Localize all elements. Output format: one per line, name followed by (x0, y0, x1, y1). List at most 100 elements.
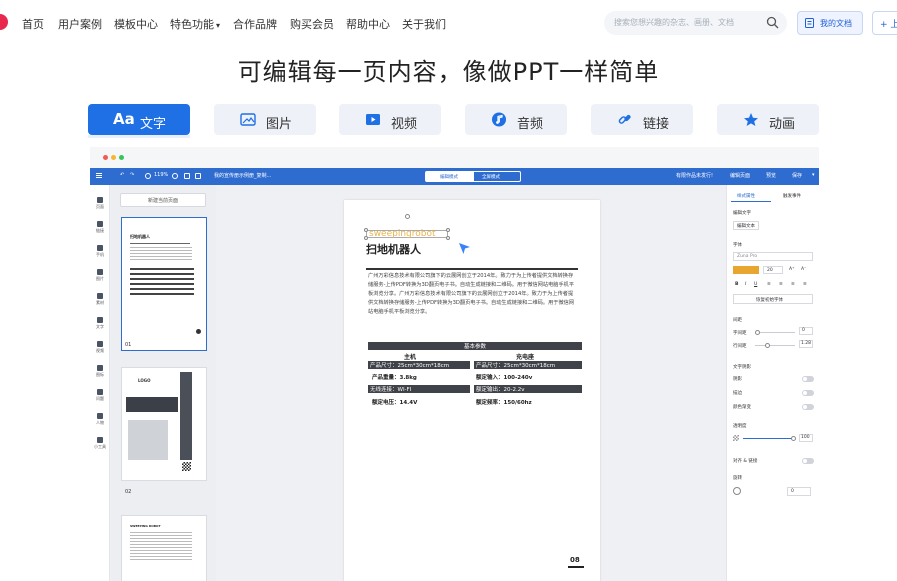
tool-text[interactable]: 文字 (90, 317, 110, 330)
rotate-handle[interactable] (405, 214, 410, 219)
font-color-swatch[interactable] (733, 266, 759, 274)
tool-label: 人物 (96, 420, 104, 425)
resize-handle[interactable] (446, 228, 450, 232)
slider-knob[interactable] (755, 330, 760, 335)
tab-style[interactable]: 样式属性 (737, 193, 755, 199)
tool-icon[interactable]: 图标 (90, 365, 110, 378)
bold-icon[interactable]: B (735, 282, 738, 287)
align-right-icon[interactable]: ≡ (791, 282, 795, 287)
gradient-toggle[interactable] (802, 404, 814, 410)
redo-icon[interactable]: ↷ (130, 172, 134, 178)
page-thumbnail-02[interactable]: LOGO 02 (121, 367, 207, 495)
tab-audio-label: 音频 (517, 117, 544, 132)
tool-widgets[interactable]: 小工具 (90, 437, 110, 450)
my-documents-button[interactable]: 我的文档 (797, 11, 863, 35)
nav-features[interactable]: 特色功能 ▾ (170, 16, 220, 32)
upload-button[interactable]: + 上 (872, 11, 897, 35)
maximize-dot-icon[interactable] (119, 155, 124, 160)
opacity-slider[interactable] (743, 436, 796, 441)
shadow-toggle[interactable] (802, 376, 814, 382)
font-select[interactable]: Zuna Pro (733, 252, 813, 261)
close-dot-icon[interactable] (103, 155, 108, 160)
grid-icon[interactable] (195, 173, 201, 179)
font-size-select[interactable]: 20 (763, 266, 783, 274)
align-link-toggle[interactable] (802, 458, 814, 464)
page-thumbnail-01[interactable]: 扫地机器人 01 (121, 217, 207, 351)
fit-screen-icon[interactable] (184, 173, 190, 179)
zoom-out-icon[interactable] (145, 173, 151, 179)
opacity-label: 透明度 (733, 424, 747, 429)
minimize-dot-icon[interactable] (111, 155, 116, 160)
tool-video[interactable]: 视频 (90, 341, 110, 354)
mode-switch[interactable]: 编辑模式 全屏模式 (425, 171, 521, 182)
italic-icon[interactable]: I (745, 282, 746, 287)
zoom-in-icon[interactable] (172, 173, 178, 179)
tool-question[interactable]: 问题 (90, 389, 110, 402)
undo-icon[interactable]: ↶ (120, 172, 124, 178)
page-thumbnail-03[interactable]: SWEEPING ROBOT (121, 515, 207, 581)
tool-person[interactable]: 人物 (90, 413, 110, 426)
tab-video[interactable]: 视频 (339, 104, 441, 135)
search-input[interactable]: 搜索您想兴趣的杂志、画册、文档 (604, 11, 787, 35)
search-icon[interactable] (766, 16, 779, 29)
tool-link[interactable]: 链接 (90, 221, 110, 234)
nav-membership[interactable]: 购买会员 (290, 16, 334, 32)
edit-text-button[interactable]: 编辑文本 (733, 221, 759, 230)
nav-user-cases[interactable]: 用户案例 (58, 16, 102, 32)
edit-page-button[interactable]: 编辑页面 (730, 172, 750, 179)
page-heading[interactable]: 扫地机器人 (366, 241, 421, 257)
nav-about[interactable]: 关于我们 (402, 16, 446, 32)
brand-logo[interactable] (0, 14, 8, 30)
underline-icon[interactable]: U (754, 282, 757, 287)
line-spacing-input[interactable]: 1.28 (799, 340, 813, 348)
font-decrease-icon[interactable]: A⁻ (801, 267, 806, 272)
tool-pages[interactable]: 页面 (90, 197, 110, 210)
body-paragraph[interactable]: 广州万彩信息技术有限公司旗下的云展网创立于2014年。致力于为上传者提供文档转换… (368, 272, 578, 320)
resize-handle[interactable] (446, 236, 450, 240)
slider-knob[interactable] (765, 343, 770, 348)
left-tool-strip: 页面 链接 手机 图片 素材 文字 视频 图标 问题 人物 小工具 (90, 185, 110, 581)
rotate-input[interactable]: 0 (787, 487, 811, 496)
selected-text-box[interactable]: sweepingrobot (364, 214, 450, 240)
tab-events[interactable]: 触发事件 (783, 193, 801, 199)
shape-icon (97, 365, 103, 371)
align-justify-icon[interactable]: ≡ (803, 282, 807, 287)
nav-help[interactable]: 帮助中心 (346, 16, 390, 32)
stroke-toggle[interactable] (802, 390, 814, 396)
align-left-icon[interactable]: ≡ (767, 282, 771, 287)
save-button[interactable]: 保存 (792, 172, 802, 179)
letter-spacing-input[interactable]: 0 (799, 327, 813, 335)
new-page-button[interactable]: 新建当前页面 (120, 193, 206, 207)
resize-handle[interactable] (364, 236, 368, 240)
nav-home[interactable]: 首页 (22, 16, 44, 32)
document-title[interactable]: 我的宣传册示例册_复制... (214, 172, 271, 179)
opacity-input[interactable]: 100 (799, 434, 813, 442)
tool-image[interactable]: 图片 (90, 269, 110, 282)
thumb-photo (128, 420, 168, 460)
tab-audio[interactable]: 音频 (465, 104, 567, 135)
spec-table[interactable]: 基本参数 主机 充电座 产品尺寸：25cm*30cm*18cm 产品尺寸：25c… (368, 342, 582, 412)
rotate-icon[interactable] (733, 487, 741, 495)
tool-phone[interactable]: 手机 (90, 245, 110, 258)
tab-image[interactable]: 图片 (214, 104, 316, 135)
preview-button[interactable]: 预览 (766, 172, 776, 179)
menu-icon[interactable] (96, 173, 102, 174)
canvas-page[interactable]: sweepingrobot 扫地机器人 广州万彩信息技术有限公司旗下的云展网创立… (344, 200, 600, 581)
nav-partners[interactable]: 合作品牌 (233, 16, 277, 32)
font-increase-icon[interactable]: A⁺ (789, 267, 794, 272)
align-center-icon[interactable]: ≡ (779, 282, 783, 287)
line-spacing-slider[interactable] (755, 343, 795, 348)
nav-templates[interactable]: 模板中心 (114, 16, 158, 32)
mode-edit-button[interactable]: 编辑模式 (426, 172, 474, 181)
resize-handle[interactable] (364, 228, 368, 232)
letter-spacing-slider[interactable] (755, 330, 795, 335)
tab-link[interactable]: 链接 (591, 104, 693, 135)
tool-material[interactable]: 素材 (90, 293, 110, 306)
tab-text[interactable]: Aa 文字 (88, 104, 190, 135)
mode-preview-label[interactable]: 全屏模式 (482, 174, 500, 180)
reset-font-button[interactable]: 恢复初始字体 (733, 294, 813, 304)
table-row: 产品尺寸：25cm*30cm*18cm 产品尺寸：25cm*30cm*18cm (368, 361, 582, 370)
chevron-down-icon[interactable]: ▾ (812, 172, 815, 178)
tab-animation[interactable]: 动画 (717, 104, 819, 135)
slider-knob[interactable] (791, 436, 796, 441)
